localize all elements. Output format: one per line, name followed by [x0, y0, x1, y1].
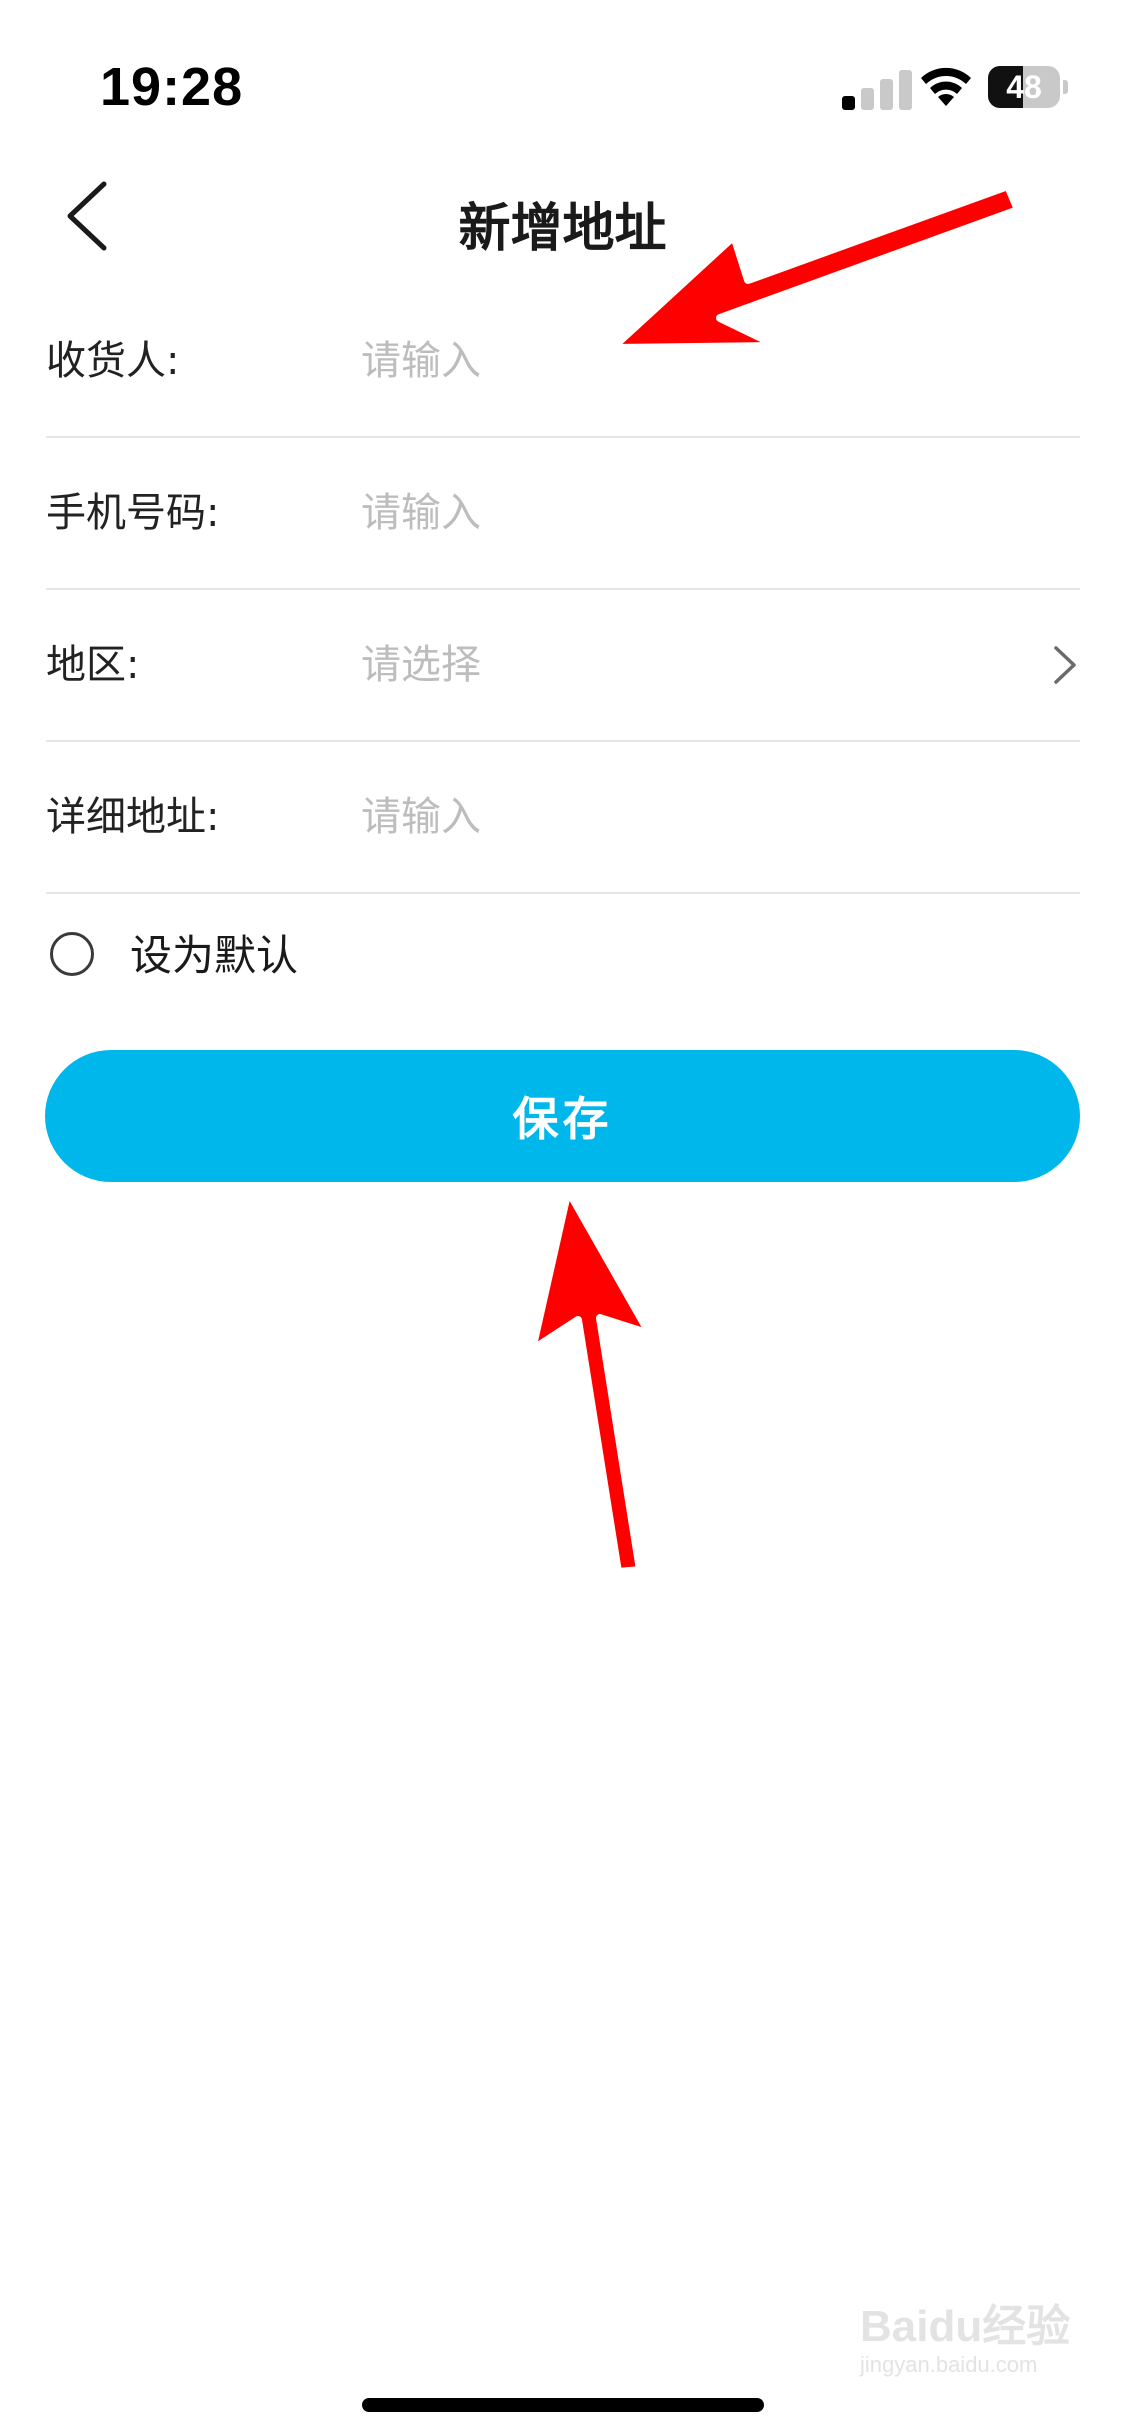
wifi-icon [921, 67, 971, 106]
radio-unchecked-icon[interactable] [50, 932, 94, 976]
set-default-label: 设为默认 [130, 931, 299, 980]
home-indicator[interactable] [362, 2398, 764, 2412]
phone-row: 手机号码: [46, 438, 1080, 590]
baidu-watermark-logo: Baidu经验 jingyan.baidu.com [860, 2280, 1100, 2390]
region-label: 地区: [46, 642, 140, 688]
detail-address-row: 详细地址: [46, 742, 1080, 894]
address-form: 收货人: 手机号码: 地区: 请选择 详细地址: [46, 286, 1080, 894]
region-selector[interactable]: 地区: 请选择 [46, 590, 1080, 742]
detail-address-label: 详细地址: [46, 794, 220, 840]
cellular-signal-icon [842, 66, 916, 110]
save-button[interactable]: 保存 [45, 1050, 1080, 1182]
nav-bar: 新增地址 [0, 160, 1125, 270]
battery-percentage: 48 [1006, 69, 1042, 105]
region-placeholder: 请选择 [361, 642, 481, 688]
watermark-sub: jingyan.baidu.com [860, 2352, 1038, 2377]
status-bar: 19:28 48 [0, 0, 1125, 150]
watermark-text: Baidu经验 [860, 2302, 1071, 2351]
recipient-label: 收货人: [46, 338, 180, 384]
recipient-input[interactable] [361, 326, 1011, 396]
recipient-row: 收货人: [46, 286, 1080, 438]
battery-indicator: 48 [988, 66, 1068, 108]
page-title: 新增地址 [458, 199, 667, 259]
set-default-option[interactable]: 设为默认 [46, 906, 546, 1006]
status-time: 19:28 [100, 57, 244, 117]
phone-input[interactable] [361, 478, 1011, 548]
phone-label: 手机号码: [46, 490, 220, 536]
chevron-right-icon [1054, 646, 1076, 684]
annotation-arrow-bottom [528, 1186, 654, 1576]
detail-address-input[interactable] [361, 782, 1011, 852]
